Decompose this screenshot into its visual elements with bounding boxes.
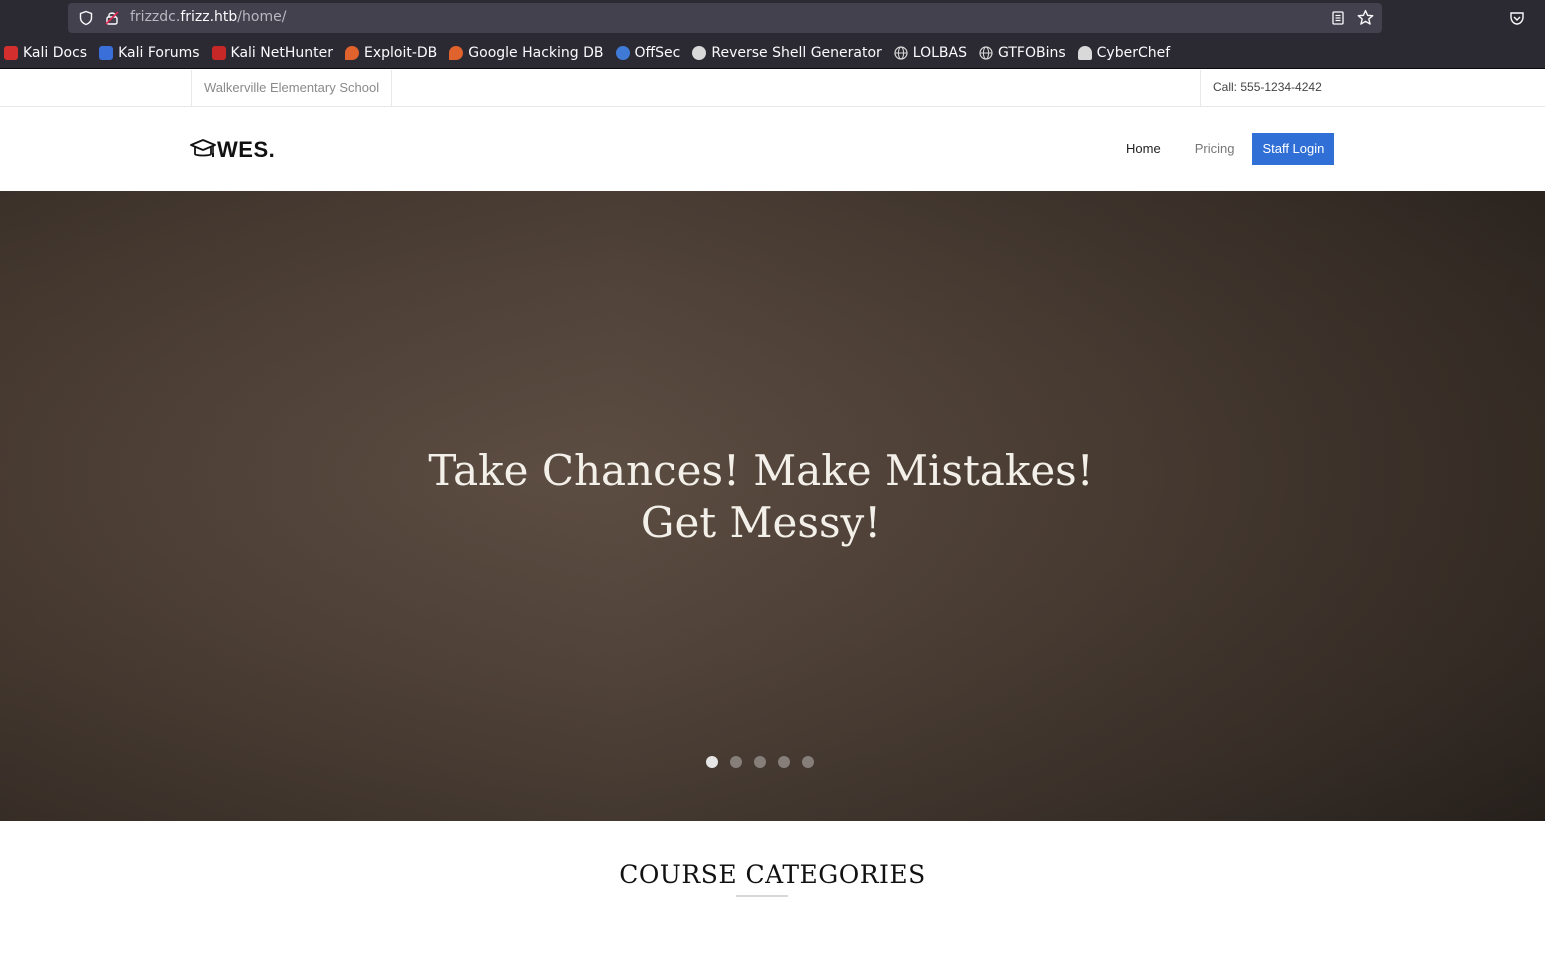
nav-pricing-link[interactable]: Pricing bbox=[1185, 133, 1245, 165]
browser-toolbar: frizzdc.frizz.htb/home/ bbox=[0, 0, 1545, 37]
reader-view-icon[interactable] bbox=[1330, 10, 1346, 26]
nav-menu: Home Pricing Staff Login bbox=[1116, 133, 1335, 165]
hero-title: Take Chances! Make Mistakes! Get Messy! bbox=[428, 446, 1094, 547]
web-page: Walkerville Elementary School Call: 555-… bbox=[0, 70, 1545, 978]
shield-icon[interactable] bbox=[78, 10, 94, 26]
bookmark-label: GTFOBins bbox=[998, 44, 1066, 61]
pocket-icon[interactable] bbox=[1509, 10, 1525, 26]
insecure-lock-icon[interactable] bbox=[104, 10, 120, 26]
nav-home-link[interactable]: Home bbox=[1116, 133, 1171, 165]
bookmark-kali-nethunter[interactable]: Kali NetHunter bbox=[211, 41, 333, 65]
carousel-dot-5[interactable] bbox=[802, 756, 814, 768]
bookmark-label: Google Hacking DB bbox=[468, 44, 604, 61]
main-navbar: WES. Home Pricing Staff Login bbox=[0, 107, 1545, 191]
kali-forums-icon bbox=[99, 45, 114, 60]
chef-hat-icon bbox=[1077, 45, 1092, 60]
url-text[interactable]: frizzdc.frizz.htb/home/ bbox=[130, 9, 286, 25]
bookmark-google-hacking-db[interactable]: Google Hacking DB bbox=[449, 41, 604, 65]
logo-text: WES. bbox=[217, 137, 276, 162]
bookmark-lolbas[interactable]: LOLBAS bbox=[894, 41, 967, 65]
carousel-dot-2[interactable] bbox=[730, 756, 742, 768]
bookmark-label: Reverse Shell Generator bbox=[711, 44, 882, 61]
kali-nethunter-icon bbox=[211, 45, 226, 60]
ghdb-icon bbox=[449, 45, 464, 60]
bookmark-label: Exploit-DB bbox=[363, 44, 438, 61]
phone-number: Call: 555-1234-4242 bbox=[1200, 70, 1334, 106]
bookmark-star-icon[interactable] bbox=[1357, 9, 1374, 26]
globe-icon bbox=[894, 45, 908, 60]
bookmark-kali-docs[interactable]: Kali Docs bbox=[4, 41, 87, 65]
url-host: frizz.htb bbox=[180, 9, 238, 25]
bookmark-label: OffSec bbox=[634, 44, 681, 61]
skull-icon bbox=[692, 45, 707, 60]
bookmark-label: CyberChef bbox=[1096, 44, 1171, 61]
bookmark-label: Kali NetHunter bbox=[230, 44, 333, 61]
hero-carousel: Take Chances! Make Mistakes! Get Messy! bbox=[0, 191, 1545, 821]
staff-login-button[interactable]: Staff Login bbox=[1252, 133, 1335, 165]
url-path: /home/ bbox=[237, 9, 287, 25]
bookmark-cyberchef[interactable]: CyberChef bbox=[1077, 41, 1171, 65]
address-bar[interactable]: frizzdc.frizz.htb/home/ bbox=[68, 3, 1382, 33]
bookmark-exploit-db[interactable]: Exploit-DB bbox=[344, 41, 438, 65]
bookmark-reverse-shell-generator[interactable]: Reverse Shell Generator bbox=[692, 41, 882, 65]
carousel-dot-4[interactable] bbox=[778, 756, 790, 768]
carousel-dot-1[interactable] bbox=[706, 756, 718, 768]
school-name: Walkerville Elementary School bbox=[191, 70, 393, 106]
section-divider bbox=[736, 895, 788, 897]
bookmark-label: Kali Forums bbox=[118, 44, 200, 61]
bookmark-label: LOLBAS bbox=[912, 44, 967, 61]
bookmark-label: Kali Docs bbox=[23, 44, 88, 61]
site-logo[interactable]: WES. bbox=[190, 137, 275, 163]
offsec-icon bbox=[615, 45, 630, 60]
bookmark-gtfobins[interactable]: GTFOBins bbox=[979, 41, 1066, 65]
carousel-dot-3[interactable] bbox=[754, 756, 766, 768]
url-subdomain: frizzdc. bbox=[130, 9, 181, 25]
bookmark-offsec[interactable]: OffSec bbox=[615, 41, 681, 65]
kali-docs-icon bbox=[4, 45, 18, 60]
bookmarks-toolbar: Kali Docs Kali Forums Kali NetHunter Exp… bbox=[0, 37, 1545, 69]
top-info-bar: Walkerville Elementary School Call: 555-… bbox=[0, 70, 1545, 107]
exploit-db-icon bbox=[344, 45, 359, 60]
section-title: COURSE CATEGORIES bbox=[619, 860, 926, 889]
carousel-indicators bbox=[706, 756, 826, 768]
globe-icon bbox=[979, 45, 993, 60]
bookmark-kali-forums[interactable]: Kali Forums bbox=[99, 41, 200, 65]
graduation-cap-icon bbox=[190, 139, 216, 157]
